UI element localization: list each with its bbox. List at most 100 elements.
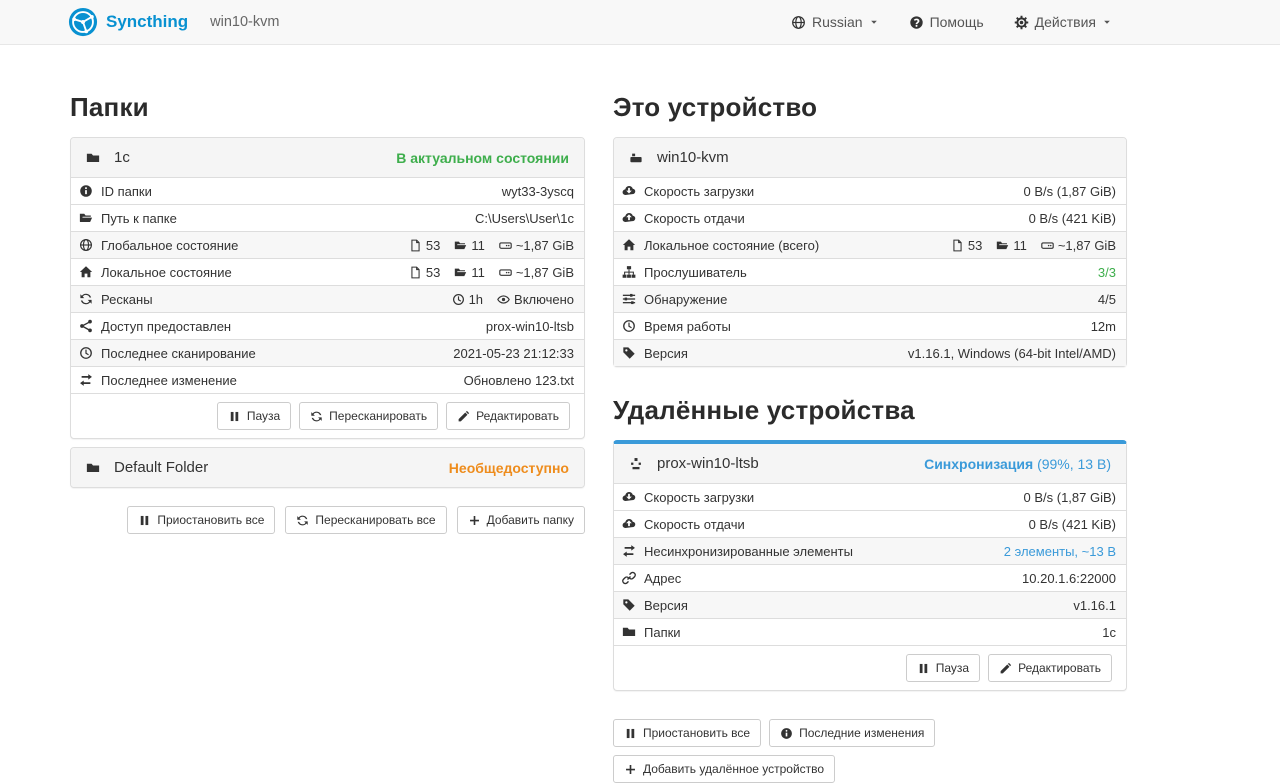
remote-row-out-of-sync: Несинхронизированные элементы 2 элементы… — [614, 537, 1126, 564]
device-row-listeners: Прослушиватель 3/3 — [614, 258, 1126, 285]
row-value: 2021-05-23 21:12:33 — [453, 346, 574, 361]
file-icon — [951, 239, 964, 252]
help-label: Помощь — [930, 14, 984, 30]
row-label: Несинхронизированные элементы — [644, 544, 853, 559]
navbar: Syncthing win10-kvm Russian Помощь Дейст… — [0, 0, 1280, 45]
pencil-icon — [999, 662, 1012, 675]
pause-all-devices-button[interactable]: Приостановить все — [613, 719, 761, 747]
hdd-icon — [499, 239, 512, 252]
folder-row-local-state: Локальное состояние 53 11 ~1,87 GiB — [71, 258, 584, 285]
row-value: 1c — [1102, 625, 1116, 640]
folder-icon — [996, 239, 1009, 252]
sitemap-icon — [622, 265, 636, 279]
recent-changes-button[interactable]: Последние изменения — [769, 719, 935, 747]
folders-actions: Приостановить все Пересканировать все До… — [70, 506, 585, 534]
row-label: Глобальное состояние — [101, 238, 238, 253]
row-label: Версия — [644, 598, 688, 613]
remote-devices-heading: Удалённые устройства — [613, 395, 1127, 426]
folder-open-icon — [79, 211, 93, 225]
this-device-header[interactable]: win10-kvm — [614, 138, 1126, 177]
pause-all-folders-button[interactable]: Приостановить все — [127, 506, 275, 534]
pause-icon — [228, 410, 241, 423]
rescan-folder-button[interactable]: Пересканировать — [299, 402, 438, 430]
pause-folder-button[interactable]: Пауза — [217, 402, 291, 430]
hdd-icon — [1041, 239, 1054, 252]
device-name: prox-win10-ltsb — [657, 455, 924, 472]
remote-row-version: Версия v1.16.1 — [614, 591, 1126, 618]
row-label: Последнее сканирование — [101, 346, 256, 361]
this-device-panel: win10-kvm Скорость загрузки 0 B/s (1,87 … — [613, 137, 1127, 367]
row-value: Обновлено 123.txt — [464, 373, 574, 388]
size-value: ~1,87 GiB — [516, 238, 574, 253]
device-title: win10-kvm — [210, 14, 279, 30]
remote-devices-actions: Приостановить все Последние изменения До… — [613, 719, 1127, 783]
share-icon — [79, 319, 93, 333]
device-row-download: Скорость загрузки 0 B/s (1,87 GiB) — [614, 178, 1126, 204]
out-of-sync-link[interactable]: 2 элементы, ~13 B — [1004, 544, 1116, 559]
row-value: 4/5 — [1098, 292, 1116, 307]
row-label: Последнее изменение — [101, 373, 237, 388]
folder-row-id: ID папки wyt33-3yscq — [71, 178, 584, 204]
row-value: 0 B/s (1,87 GiB) — [1024, 490, 1116, 505]
language-menu[interactable]: Russian — [791, 14, 879, 30]
remote-device-footer: Пауза Редактировать — [614, 645, 1126, 690]
row-value: prox-win10-ltsb — [486, 319, 574, 334]
remote-row-folders: Папки 1c — [614, 618, 1126, 645]
row-label: Скорость загрузки — [644, 490, 754, 505]
actions-menu[interactable]: Действия — [1014, 14, 1112, 30]
add-folder-button[interactable]: Добавить папку — [457, 506, 585, 534]
link-icon — [622, 571, 636, 585]
clock-icon — [622, 319, 636, 333]
network-device-icon — [629, 457, 643, 471]
row-label: Доступ предоставлен — [101, 319, 231, 334]
folder-icon — [454, 239, 467, 252]
clock-icon — [452, 293, 465, 306]
size-value: ~1,87 GiB — [1058, 238, 1116, 253]
row-value: C:\Users\User\1c — [475, 211, 574, 226]
edit-folder-button[interactable]: Редактировать — [446, 402, 570, 430]
folder-name: 1c — [114, 149, 396, 166]
folder-details-table: ID папки wyt33-3yscq Путь к папке C:\Use… — [71, 177, 584, 393]
watch-state: Включено — [514, 292, 574, 307]
hdd-icon — [499, 266, 512, 279]
row-value: 0 B/s (1,87 GiB) — [1024, 184, 1116, 199]
refresh-icon — [310, 410, 323, 423]
hdd-device-icon — [629, 151, 643, 165]
row-label: ID папки — [101, 184, 152, 199]
syncthing-brand[interactable]: Syncthing — [68, 7, 188, 37]
remote-device-header[interactable]: prox-win10-ltsb Синхронизация (99%, 13 B… — [614, 444, 1126, 483]
info-icon — [780, 727, 793, 740]
folder-default-header[interactable]: Default Folder Необщедоступно — [71, 448, 584, 487]
exchange-icon — [622, 544, 636, 558]
pencil-icon — [457, 410, 470, 423]
files-count: 53 — [968, 238, 982, 253]
file-icon — [409, 239, 422, 252]
exchange-icon — [79, 373, 93, 387]
chevron-down-icon — [1102, 17, 1112, 27]
chevron-down-icon — [869, 17, 879, 27]
folder-status-badge: В актуальном состоянии — [396, 150, 569, 166]
edit-device-button[interactable]: Редактировать — [988, 654, 1112, 682]
device-status-badge: Синхронизация (99%, 13 B) — [924, 456, 1111, 472]
folder-name: Default Folder — [114, 459, 449, 476]
rescan-all-folders-button[interactable]: Пересканировать все — [285, 506, 446, 534]
refresh-icon — [296, 514, 309, 527]
question-icon — [909, 15, 924, 30]
home-icon — [79, 265, 93, 279]
row-label: Локальное состояние (всего) — [644, 238, 819, 253]
folder-row-last-scan: Последнее сканирование 2021-05-23 21:12:… — [71, 339, 584, 366]
row-label: Обнаружение — [644, 292, 727, 307]
brand-name: Syncthing — [106, 12, 188, 32]
cloud-download-icon — [622, 490, 636, 504]
eye-icon — [497, 293, 510, 306]
folder-1c-header[interactable]: 1c В актуальном состоянии — [71, 138, 584, 177]
help-menu[interactable]: Помощь — [909, 14, 984, 30]
pause-device-button[interactable]: Пауза — [906, 654, 980, 682]
plus-icon — [624, 763, 637, 776]
row-label: Адрес — [644, 571, 681, 586]
cloud-upload-icon — [622, 517, 636, 531]
row-label: Версия — [644, 346, 688, 361]
device-row-upload: Скорость отдачи 0 B/s (421 KiB) — [614, 204, 1126, 231]
row-label: Прослушиватель — [644, 265, 747, 280]
globe-icon — [79, 238, 93, 252]
